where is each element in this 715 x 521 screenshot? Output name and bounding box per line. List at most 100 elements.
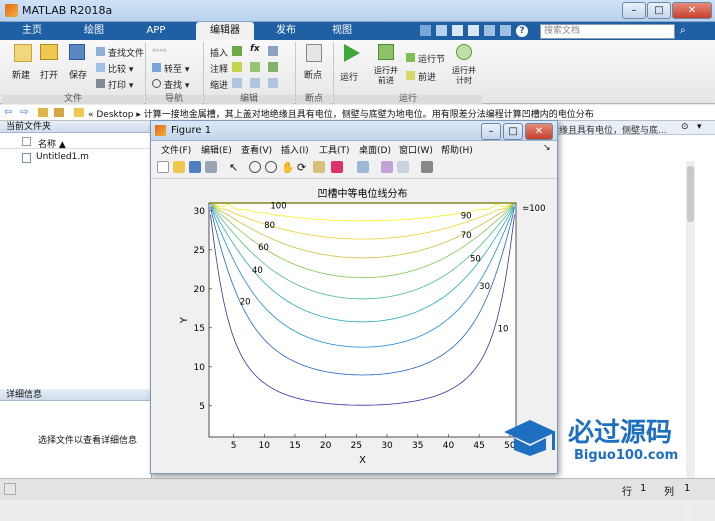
insert-section-icon[interactable] <box>232 46 242 56</box>
help-icon[interactable]: ? <box>516 25 528 37</box>
pan-icon[interactable]: ✋ <box>281 161 295 174</box>
tab-apps[interactable]: APP <box>134 22 178 40</box>
brush-icon[interactable] <box>331 161 343 173</box>
folder-icon <box>74 108 84 117</box>
cut-quick-icon[interactable] <box>436 25 447 36</box>
hide-tools-icon[interactable] <box>421 161 433 173</box>
wrap-comments-icon[interactable] <box>268 62 278 72</box>
figure-minimize-button[interactable]: – <box>481 123 501 140</box>
maximize-button[interactable]: □ <box>647 2 671 19</box>
search-input[interactable]: 搜索文档 <box>540 24 675 39</box>
tab-editor[interactable]: 编辑器 <box>196 22 254 40</box>
undo-quick-icon[interactable] <box>484 25 495 36</box>
find-button[interactable]: 查找 ▾ <box>152 78 189 91</box>
ribbon-divider <box>333 42 334 102</box>
scrollbar-thumb[interactable] <box>687 166 694 222</box>
matlab-figure-icon <box>155 125 166 136</box>
tab-home[interactable]: 主页 <box>10 22 54 40</box>
col-value: 1 <box>684 483 691 494</box>
figure-close-button[interactable]: ✕ <box>525 123 553 140</box>
dock-icon[interactable]: ↘ <box>543 143 551 153</box>
y-axis-label: Y <box>179 316 190 324</box>
legend-icon[interactable] <box>397 161 409 173</box>
figure-maximize-button[interactable]: □ <box>503 123 523 140</box>
figure-toolbar: ↖ ✋ ⟳ <box>151 157 557 179</box>
new-figure-icon[interactable] <box>157 161 169 173</box>
compare-button[interactable]: 比较 ▾ <box>96 62 133 75</box>
menu-file[interactable]: 文件(F) <box>161 143 191 156</box>
indent-button[interactable]: 缩进 <box>210 78 228 91</box>
run-advance-button[interactable]: 运行并前进 <box>373 44 399 86</box>
minimize-button[interactable]: – <box>622 2 646 19</box>
insert-button[interactable]: 插入 <box>210 46 228 59</box>
fx-button[interactable]: fx <box>250 44 260 54</box>
print-button[interactable]: 打印 ▾ <box>96 78 133 91</box>
close-button[interactable]: ✕ <box>672 2 712 19</box>
forward-arrow-icon[interactable]: ⇨ <box>20 107 28 118</box>
contour-label: 50 <box>470 255 481 265</box>
uncomment-icon[interactable] <box>250 62 260 72</box>
back-arrow-icon[interactable]: ⇦ <box>4 107 12 118</box>
edit-plot-icon[interactable]: ↖ <box>229 161 241 174</box>
contour-label: 60 <box>258 243 269 253</box>
new-button[interactable]: 新建 <box>12 44 32 81</box>
comment-button[interactable]: 注释 <box>210 62 228 75</box>
comment-percent-icon[interactable] <box>232 62 242 72</box>
save-quick-icon[interactable] <box>420 25 431 36</box>
advance-button[interactable]: 前进 <box>406 70 436 83</box>
open-file-icon[interactable] <box>173 161 185 173</box>
data-cursor-icon[interactable] <box>313 161 325 173</box>
link-plot-icon[interactable] <box>357 161 369 173</box>
menu-insert[interactable]: 插入(I) <box>281 143 309 156</box>
matlab-logo-icon <box>5 4 18 17</box>
tab-publish[interactable]: 发布 <box>262 22 310 40</box>
figure-window[interactable]: Figure 1 – □ ✕ 文件(F) 编辑(E) 查看(V) 插入(I) 工… <box>150 120 558 474</box>
save-figure-icon[interactable] <box>189 161 201 173</box>
paste-quick-icon[interactable] <box>468 25 479 36</box>
figure-menu-bar: 文件(F) 编辑(E) 查看(V) 插入(I) 工具(T) 桌面(D) 窗口(W… <box>151 141 557 157</box>
menu-window[interactable]: 窗口(W) <box>399 143 433 156</box>
smart-indent-icon[interactable] <box>232 78 242 88</box>
run-time-button[interactable]: 运行并计时 <box>450 44 478 86</box>
current-folder-path[interactable]: « Desktop ▸ 计算一接地金属槽，其上盖对地绝缘且具有电位，侧壁与底壁为… <box>88 107 594 120</box>
expand-icon[interactable]: ▾ <box>697 122 702 132</box>
menu-view[interactable]: 查看(V) <box>241 143 272 156</box>
editor-tab[interactable]: 缘且具有电位，侧壁与底... ⊙ ▾ <box>555 121 715 136</box>
tab-dropdown-icon[interactable]: ⊙ <box>681 122 689 132</box>
insert-icon[interactable] <box>268 46 278 56</box>
run-section-button[interactable]: 运行节 <box>406 52 445 65</box>
run-button[interactable]: 运行 <box>340 44 360 83</box>
save-button[interactable]: 保存 <box>69 44 87 81</box>
menu-tools[interactable]: 工具(T) <box>319 143 350 156</box>
run-section-icon <box>406 53 415 62</box>
browse-folder-icon[interactable] <box>54 108 64 117</box>
rotate-icon[interactable]: ⟳ <box>297 161 309 174</box>
contour-label: 10 <box>498 325 509 335</box>
copy-quick-icon[interactable] <box>452 25 463 36</box>
tab-plots[interactable]: 绘图 <box>72 22 116 40</box>
menu-help[interactable]: 帮助(H) <box>441 143 473 156</box>
colorbar-icon[interactable] <box>381 161 393 173</box>
nav-back-forward[interactable]: ⇦⇨ <box>152 46 167 56</box>
search-icon[interactable]: ⌕ <box>680 25 692 37</box>
column-name[interactable]: 名称 ▲ <box>38 137 66 150</box>
redo-quick-icon[interactable] <box>500 25 511 36</box>
file-row[interactable]: Untitled1.m <box>0 151 152 164</box>
find-files-button[interactable]: 查找文件 <box>96 46 144 59</box>
indent-icon[interactable] <box>250 78 260 88</box>
contour-label: 20 <box>240 297 251 307</box>
contour-label: 100 <box>270 201 286 211</box>
outdent-icon[interactable] <box>268 78 278 88</box>
zoom-out-icon[interactable] <box>265 161 277 173</box>
menu-edit[interactable]: 编辑(E) <box>201 143 232 156</box>
contour-plot[interactable]: 5 10 15 20 25 30 35 40 45 50 5 10 15 20 25 30 100 80 60 40 2… <box>151 179 557 473</box>
zoom-in-icon[interactable] <box>249 161 261 173</box>
print-figure-icon[interactable] <box>205 161 217 173</box>
breakpoints-button[interactable]: 断点 <box>304 44 322 81</box>
new-icon <box>14 44 32 62</box>
menu-desktop[interactable]: 桌面(D) <box>359 143 391 156</box>
open-button[interactable]: 打开 <box>40 44 58 81</box>
tab-view[interactable]: 视图 <box>318 22 366 40</box>
goto-button[interactable]: 转至 ▾ <box>152 62 189 75</box>
parent-folder-icon[interactable] <box>38 108 48 117</box>
